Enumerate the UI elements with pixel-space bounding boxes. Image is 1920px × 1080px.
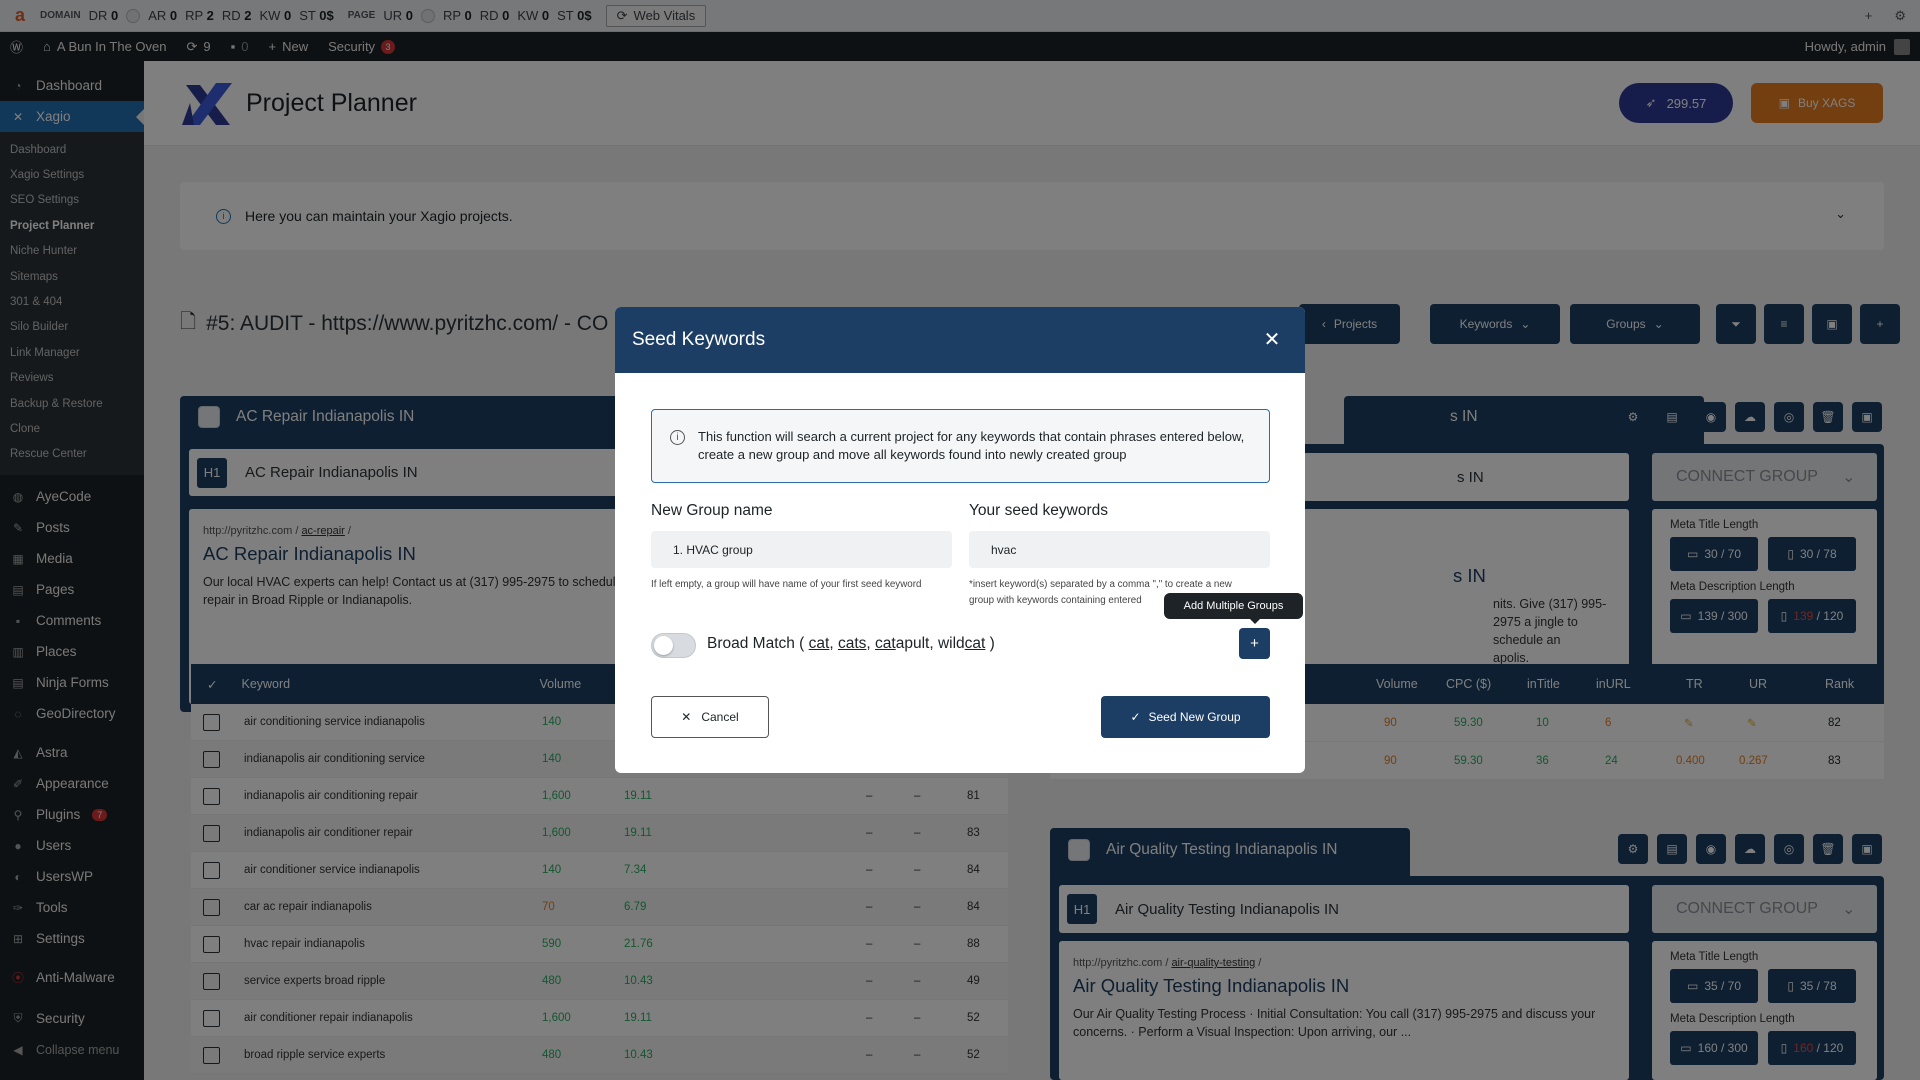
modal-info-box: i This function will search a current pr…: [651, 409, 1270, 483]
modal-header: Seed Keywords ✕: [615, 307, 1305, 373]
seed-keywords-label: Your seed keywords: [969, 502, 1109, 519]
seed-keywords-modal: Seed Keywords ✕ i This function will sea…: [615, 307, 1305, 773]
broad-match-toggle[interactable]: [651, 633, 696, 658]
plus-icon: +: [1250, 635, 1259, 652]
group-name-input[interactable]: [651, 531, 952, 568]
seed-keywords-input[interactable]: [969, 531, 1270, 568]
group-name-label: New Group name: [651, 502, 773, 519]
add-multiple-groups-button[interactable]: +: [1239, 628, 1270, 659]
close-icon[interactable]: ✕: [1261, 328, 1283, 351]
close-icon: ✕: [681, 710, 692, 724]
modal-title: Seed Keywords: [632, 329, 766, 350]
seed-new-group-button[interactable]: ✓ Seed New Group: [1101, 696, 1270, 738]
add-multiple-groups-tooltip: Add Multiple Groups: [1164, 593, 1303, 624]
broad-match-label: Broad Match ( cat, cats, catapult, wildc…: [707, 635, 995, 652]
group-name-hint: If left empty, a group will have name of…: [651, 579, 922, 590]
check-icon: ✓: [1130, 710, 1141, 724]
info-icon: i: [670, 430, 685, 445]
cancel-button[interactable]: ✕ Cancel: [651, 696, 769, 738]
